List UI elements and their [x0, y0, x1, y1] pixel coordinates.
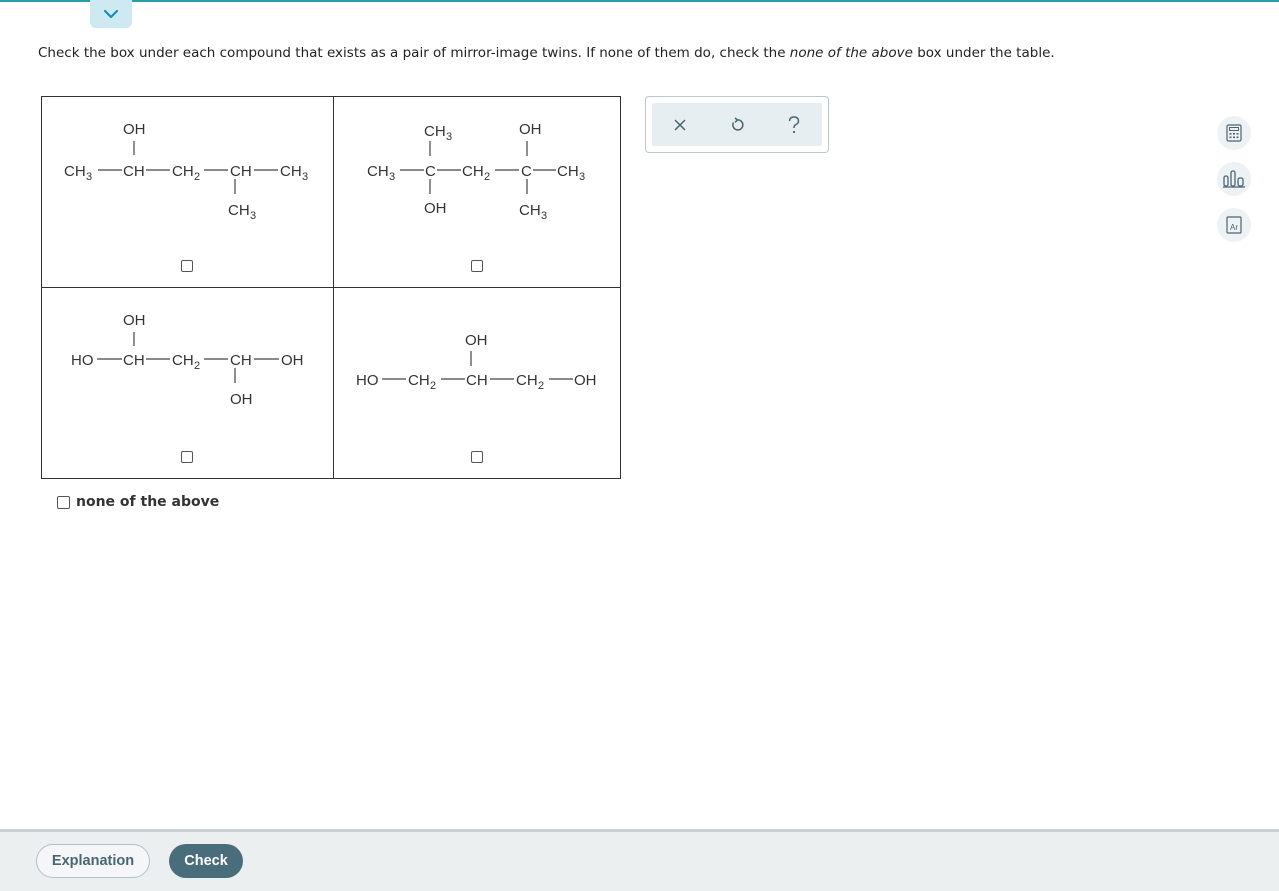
svg-text:CH: CH	[230, 352, 252, 369]
svg-text:HO: HO	[356, 372, 379, 389]
svg-text:OH: OH	[123, 121, 146, 138]
svg-text:3: 3	[86, 171, 92, 183]
svg-text:CH: CH	[466, 372, 488, 389]
compound-3-checkbox[interactable]	[181, 451, 193, 463]
compound-2-structure: CH 3 OH CH 3 C CH 2 C CH 3 OH CH 3	[367, 121, 585, 222]
none-of-the-above-checkbox[interactable]	[57, 495, 70, 509]
svg-text:OH: OH	[424, 200, 447, 217]
compound-cell-4: OH HO CH 2 CH CH 2 OH	[333, 287, 621, 479]
svg-text:CH: CH	[172, 163, 194, 180]
svg-text:OH: OH	[281, 352, 304, 369]
footer-bar: Explanation Check	[0, 829, 1279, 891]
svg-text:CH: CH	[228, 202, 250, 219]
svg-text:CH: CH	[280, 163, 302, 180]
svg-text:OH: OH	[123, 312, 146, 329]
side-toolbar: Ar	[1217, 116, 1251, 254]
check-button[interactable]: Check	[169, 844, 243, 878]
clear-button[interactable]	[666, 111, 694, 139]
svg-text:2: 2	[194, 360, 200, 372]
data-chart-button[interactable]	[1217, 162, 1251, 196]
svg-text:Ar: Ar	[1230, 223, 1238, 232]
svg-text:OH: OH	[519, 121, 542, 138]
svg-text:CH: CH	[367, 163, 389, 180]
svg-text:3: 3	[250, 210, 256, 222]
help-button[interactable]	[780, 111, 808, 139]
undo-icon	[732, 116, 744, 131]
close-icon	[674, 118, 686, 131]
svg-text:HO: HO	[71, 352, 94, 369]
compound-4-checkbox[interactable]	[471, 451, 483, 463]
chevron-down-icon	[103, 9, 119, 19]
collapse-toggle[interactable]	[90, 0, 132, 28]
svg-text:CH: CH	[123, 163, 145, 180]
svg-text:3: 3	[541, 210, 547, 222]
compound-cell-1: OH CH 3 CH CH 2 CH CH 3 CH 3	[41, 96, 334, 288]
svg-text:CH: CH	[230, 163, 252, 180]
svg-text:OH: OH	[230, 391, 253, 408]
svg-text:2: 2	[430, 380, 436, 392]
answer-toolbox	[645, 96, 829, 153]
svg-text:CH: CH	[516, 372, 538, 389]
svg-text:OH: OH	[574, 372, 597, 389]
explanation-button[interactable]: Explanation	[36, 844, 150, 878]
undo-button[interactable]	[723, 111, 751, 139]
svg-text:CH: CH	[172, 352, 194, 369]
help-icon	[788, 115, 799, 133]
svg-text:CH: CH	[123, 352, 145, 369]
svg-text:2: 2	[538, 380, 544, 392]
svg-text:3: 3	[579, 171, 585, 183]
compound-2-checkbox[interactable]	[471, 260, 483, 272]
compound-cell-3: OH HO CH CH 2 CH OH OH	[41, 287, 334, 479]
calculator-icon	[1226, 124, 1242, 142]
bar-chart-icon	[1223, 170, 1245, 188]
svg-text:CH: CH	[424, 123, 446, 140]
compound-1-checkbox[interactable]	[181, 260, 193, 272]
question-prompt: Check the box under each compound that e…	[38, 45, 1055, 61]
calculator-button[interactable]	[1217, 116, 1251, 150]
svg-text:2: 2	[194, 171, 200, 183]
none-of-the-above-label: none of the above	[76, 494, 220, 510]
svg-text:2: 2	[484, 171, 490, 183]
svg-text:3: 3	[446, 131, 452, 143]
top-border	[0, 0, 1279, 2]
periodic-table-icon: Ar	[1226, 216, 1242, 234]
compound-table: OH CH 3 CH CH 2 CH CH 3 CH 3 CH 3 OH CH …	[41, 96, 621, 479]
svg-text:3: 3	[389, 171, 395, 183]
compound-1-structure: OH CH 3 CH CH 2 CH CH 3 CH 3	[64, 121, 308, 222]
svg-text:CH: CH	[64, 163, 86, 180]
svg-text:CH: CH	[462, 163, 484, 180]
none-of-the-above-option[interactable]: none of the above	[57, 494, 219, 510]
svg-text:CH: CH	[557, 163, 579, 180]
compound-3-structure: OH HO CH CH 2 CH OH OH	[71, 312, 304, 408]
compound-cell-2: CH 3 OH CH 3 C CH 2 C CH 3 OH CH 3	[333, 96, 621, 288]
svg-text:CH: CH	[408, 372, 430, 389]
svg-text:OH: OH	[465, 332, 488, 349]
svg-text:C: C	[425, 163, 436, 180]
svg-text:3: 3	[302, 171, 308, 183]
svg-text:C: C	[521, 163, 532, 180]
periodic-table-button[interactable]: Ar	[1217, 208, 1251, 242]
compound-4-structure: OH HO CH 2 CH CH 2 OH	[356, 332, 597, 392]
svg-text:CH: CH	[519, 202, 541, 219]
